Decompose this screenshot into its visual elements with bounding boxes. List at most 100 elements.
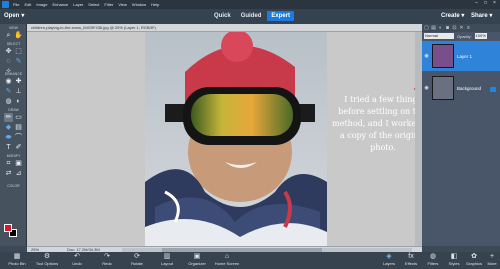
eraser-icon[interactable]: ▭ [14, 113, 23, 122]
layer-row[interactable]: ◉ Background [422, 73, 500, 103]
layers-label: Layers [382, 261, 395, 266]
styles-button[interactable]: ◧ Styles [444, 253, 464, 268]
vertical-scrollbar[interactable] [415, 32, 422, 246]
undo-button[interactable]: ↶ Undo [62, 253, 92, 268]
graphics-label: Graphics [465, 261, 482, 266]
recompose-icon[interactable]: ▣ [14, 159, 23, 168]
quick-selection-icon[interactable]: ✎ [14, 57, 23, 66]
tab-guided[interactable]: Guided [237, 11, 266, 21]
menu-items: File Edit Image Enhance Layer Select Fil… [13, 2, 159, 7]
hand-icon[interactable]: ✋ [14, 31, 23, 40]
section-select: SELECT [6, 42, 21, 46]
mask-icon[interactable]: ◙ [445, 25, 450, 31]
section-color: COLOR [7, 184, 20, 188]
menu-edit[interactable]: Edit [24, 2, 31, 7]
organizer-button[interactable]: ▣ Organizer [182, 253, 212, 268]
layer-name: Layer 1 [457, 53, 473, 59]
menu-file[interactable]: File [13, 2, 19, 7]
layer-row[interactable]: ◉ Layer 1 [422, 41, 500, 71]
move-icon[interactable]: ✥ [4, 47, 13, 56]
blend-mode-select[interactable]: Normal [424, 33, 454, 39]
organizer-label: Organizer [188, 261, 206, 266]
menu-enhance[interactable]: Enhance [52, 2, 68, 7]
menu-layer[interactable]: Layer [73, 2, 83, 7]
minimize-icon[interactable]: – [474, 1, 479, 6]
eye-tool-icon[interactable]: ◉ [4, 77, 13, 86]
home-icon: ⌂ [224, 253, 230, 260]
document-tab[interactable]: children-playing-in-the-snow_IMG9F436.jp… [27, 24, 422, 32]
lock-icon[interactable]: ⊡ [452, 25, 457, 31]
trash-icon[interactable]: ✕ [459, 25, 464, 31]
effects-icon: fx [408, 253, 414, 260]
effects-label: Effects [404, 261, 418, 266]
organizer-icon: ▣ [193, 253, 201, 260]
menu-image[interactable]: Image [36, 2, 47, 7]
more-button[interactable]: + More [484, 253, 500, 268]
layers-button[interactable]: ◈ Layers [378, 253, 400, 268]
paint-bucket-icon[interactable]: ◆ [4, 123, 13, 132]
layers-panel: ▢ ▤ ◐ ◙ ⊡ ✕ ≡ Normal Opacity: 100% ◉ Lay… [422, 24, 500, 246]
open-button[interactable]: Open ▾ [4, 12, 24, 20]
new-group-icon[interactable]: ▤ [431, 25, 436, 31]
shape-icon[interactable]: ⬬ [4, 133, 13, 142]
clone-stamp-icon[interactable]: ⊥ [14, 87, 23, 96]
graphics-button[interactable]: ✿ Graphics [464, 253, 484, 268]
section-modify: MODIFY [6, 154, 21, 158]
tab-expert[interactable]: Expert [267, 11, 295, 21]
filters-button[interactable]: ◍ Filters [422, 253, 444, 268]
menu-select[interactable]: Select [88, 2, 99, 7]
type-icon[interactable]: T [4, 143, 13, 152]
smart-brush-icon[interactable]: ✎ [4, 87, 13, 96]
mode-bar: Open ▾ Quick Guided Expert Create ▾ Shar… [0, 9, 500, 24]
redo-button[interactable]: ↷ Redo [92, 253, 122, 268]
undo-icon: ↶ [74, 253, 80, 260]
layer-thumbnail [432, 76, 454, 100]
content-move-icon[interactable]: ⇄ [4, 169, 13, 178]
effects-button[interactable]: fx Effects [400, 253, 422, 268]
spot-healing-icon[interactable]: ✚ [14, 77, 23, 86]
straighten-icon[interactable]: ⊿ [14, 169, 23, 178]
gradient-icon[interactable]: ▤ [14, 123, 23, 132]
crop-icon[interactable]: ⌗ [4, 159, 13, 168]
menu-view[interactable]: View [118, 2, 127, 7]
new-layer-icon[interactable]: ▢ [424, 25, 429, 31]
blur-icon[interactable]: ◐ [14, 97, 23, 106]
tab-quick[interactable]: Quick [210, 11, 235, 21]
styles-icon: ◧ [450, 253, 458, 260]
sponge-icon[interactable]: ◍ [4, 97, 13, 106]
close-icon[interactable]: × [492, 1, 497, 6]
layout-button[interactable]: ▥ Layout [152, 253, 182, 268]
brush-icon[interactable]: ✏ [4, 113, 13, 122]
zoom-icon[interactable]: ⌕ [4, 31, 13, 40]
tool-options-label: Tool Options [35, 261, 59, 266]
layout-label: Layout [160, 261, 173, 266]
photo-bin-button[interactable]: ▦ Photo Bin [2, 253, 32, 268]
blend-row: Normal Opacity: 100% [422, 32, 500, 40]
share-button[interactable]: Share ▾ [471, 12, 492, 19]
rotate-button[interactable]: ⟳ Rotate [122, 253, 152, 268]
layers-icon: ◈ [386, 253, 392, 260]
share-label: Share [471, 13, 488, 19]
tool-options-button[interactable]: ⚙ Tool Options [32, 253, 62, 268]
marquee-icon[interactable]: ⬚ [14, 47, 23, 56]
visibility-eye-icon[interactable]: ◉ [424, 85, 429, 91]
pencil-icon[interactable]: ✐ [14, 143, 23, 152]
visibility-eye-icon[interactable]: ◉ [424, 53, 429, 59]
menu-window[interactable]: Window [132, 2, 146, 7]
canvas-area[interactable]: I tried a few things before settling on … [27, 32, 459, 246]
create-button[interactable]: Create ▾ [441, 12, 464, 19]
lasso-icon[interactable]: ◌ [4, 57, 13, 66]
home-screen-button[interactable]: ⌂ Home Screen [212, 253, 242, 268]
adjustment-layer-icon[interactable]: ◐ [438, 25, 443, 31]
menu-help[interactable]: Help [151, 2, 159, 7]
section-enhance: ENHANCE [4, 72, 23, 76]
panel-menu-icon[interactable]: ≡ [466, 25, 471, 31]
menu-bar: File Edit Image Enhance Layer Select Fil… [0, 0, 500, 9]
layer-thumbnail [432, 44, 454, 68]
menu-filter[interactable]: Filter [104, 2, 113, 7]
eyedropper-icon[interactable]: ⌒ [14, 133, 23, 142]
opacity-input[interactable]: 100% [474, 33, 487, 39]
maximize-icon[interactable]: □ [483, 1, 488, 6]
home-screen-label: Home Screen [214, 261, 240, 266]
foreground-color-swatch[interactable] [4, 224, 12, 232]
